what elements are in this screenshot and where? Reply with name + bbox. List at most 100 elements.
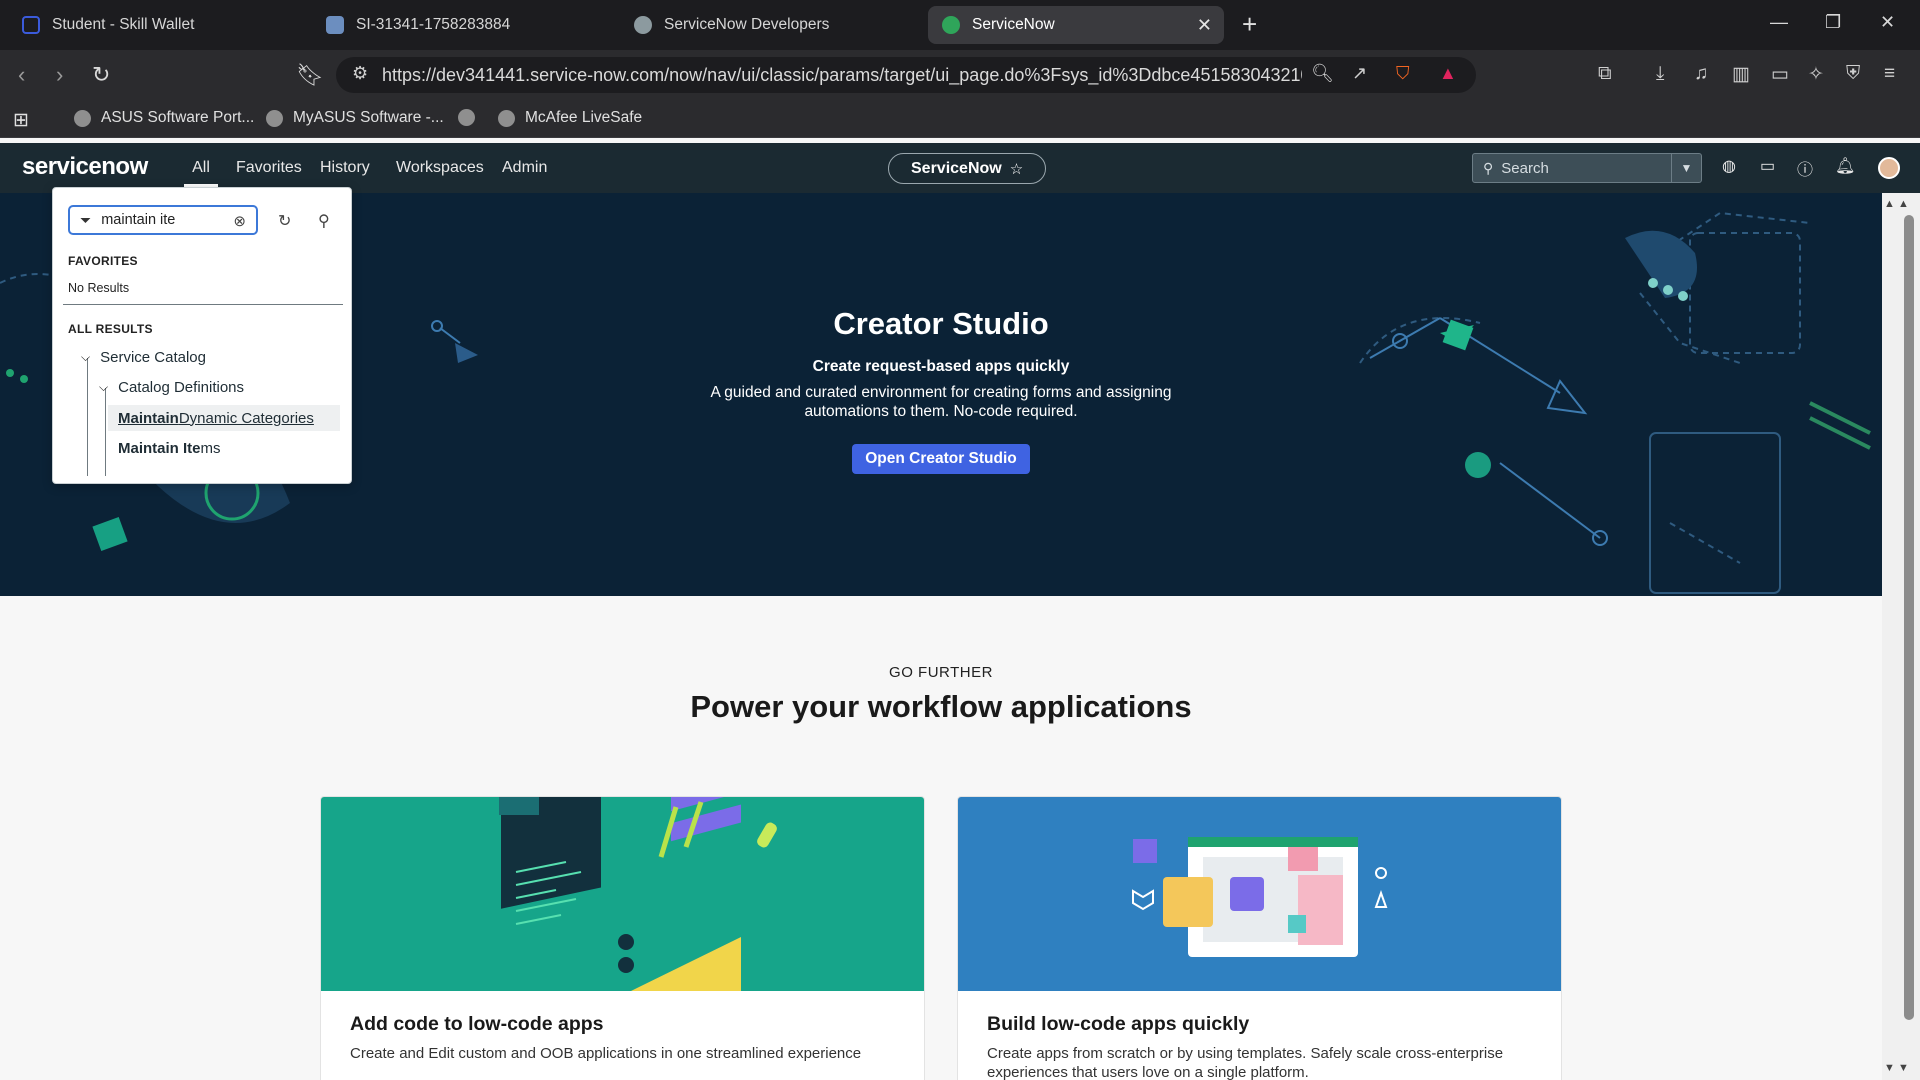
no-results-text: No Results xyxy=(68,281,130,295)
globe-icon xyxy=(498,109,515,127)
brave-rewards-icon[interactable]: ▲ xyxy=(1439,63,1457,84)
tab-si-document[interactable]: SI-31341-1758283884 xyxy=(312,6,612,44)
tab-label: ServiceNow Developers xyxy=(664,16,830,33)
nav-favorites[interactable]: Favorites xyxy=(236,143,302,193)
close-tab-icon[interactable]: ✕ xyxy=(1197,15,1212,36)
tree-app-service-catalog[interactable]: ⌵ Service Catalog xyxy=(81,349,206,366)
wallet-icon[interactable]: ▭ xyxy=(1771,63,1789,86)
minimize-icon[interactable]: — xyxy=(1770,12,1788,33)
favorite-star-icon[interactable]: ☆ xyxy=(1010,160,1023,178)
address-bar[interactable]: ⚙ https://dev341441.service-now.com/now/… xyxy=(336,57,1476,93)
bookmark-label: ASUS Software Port... xyxy=(101,109,255,126)
search-icon: ⚲ xyxy=(1483,159,1494,176)
share-icon[interactable]: ↗ xyxy=(1352,63,1367,84)
tree-module-catalog-definitions[interactable]: ⌵ Catalog Definitions xyxy=(99,379,244,396)
page-scrollbar[interactable] xyxy=(1882,193,1920,1080)
bookmark-myasus-software[interactable]: MyASUS Software -... xyxy=(266,109,444,127)
skill-wallet-favicon-icon xyxy=(22,16,40,34)
brave-shields-icon[interactable]: ⛉ xyxy=(1396,63,1410,84)
code-illustration xyxy=(499,797,777,991)
card-description: Create and Edit custom and OOB applicati… xyxy=(350,1045,862,1062)
vpn-icon[interactable]: ⛨ xyxy=(1846,63,1860,85)
go-further-section: GO FURTHER Power your workflow applicati… xyxy=(0,596,1882,1080)
nav-admin[interactable]: Admin xyxy=(502,143,547,193)
divider xyxy=(63,304,343,305)
pin-icon[interactable]: ⚲ xyxy=(318,211,330,231)
menu-filter[interactable]: ⏷ ⊗ xyxy=(68,205,258,235)
user-avatar[interactable] xyxy=(1878,157,1900,179)
match-text: Maintain xyxy=(118,409,179,427)
card-build-low-code[interactable]: Build low-code apps quickly Create apps … xyxy=(957,796,1562,1080)
all-menu-flyout: ⏷ ⊗ ↻ ⚲ FAVORITES No Results ALL RESULTS… xyxy=(52,187,352,484)
hero-description: A guided and curated environment for cre… xyxy=(710,384,1172,420)
screenshot-icon[interactable]: ⧉ xyxy=(1598,63,1612,85)
bookmark-label: McAfee LiveSafe xyxy=(525,109,643,126)
refresh-icon[interactable]: ↻ xyxy=(278,211,291,231)
clear-filter-icon[interactable]: ⊗ xyxy=(233,212,246,230)
tab-servicenow[interactable]: ServiceNow ✕ xyxy=(928,6,1224,44)
apps-grid-icon[interactable]: ⊞ xyxy=(13,109,29,132)
all-results-heading: ALL RESULTS xyxy=(68,322,153,336)
sidebar-icon[interactable]: ▥ xyxy=(1732,63,1750,86)
reload-icon[interactable]: ↻ xyxy=(92,62,110,88)
site-settings-icon[interactable]: ⚙ xyxy=(352,63,368,84)
global-search[interactable]: ⚲ Search ▼ xyxy=(1472,153,1702,183)
open-creator-studio-button[interactable]: Open Creator Studio xyxy=(852,444,1030,474)
tab-servicenow-developers[interactable]: ServiceNow Developers xyxy=(620,6,920,44)
search-dropdown-icon[interactable]: ▼ xyxy=(1671,154,1701,182)
chat-icon[interactable]: ▭ xyxy=(1760,156,1775,176)
card-illustration-code xyxy=(321,797,924,991)
context-pill[interactable]: ServiceNow ☆ xyxy=(888,153,1047,184)
servicenow-developers-favicon-icon xyxy=(634,16,652,34)
section-title: Power your workflow applications xyxy=(690,689,1192,724)
download-icon[interactable]: ⤓ xyxy=(1656,63,1664,85)
new-tab-icon[interactable]: + xyxy=(1242,10,1257,38)
section-eyebrow: GO FURTHER xyxy=(889,664,993,681)
browser-toolbar: ‹ › ↻ 🔖︎ ⚙ https://dev341441.service-now… xyxy=(0,50,1920,100)
scroll-down-icon[interactable]: ▼ ▼ xyxy=(1884,1062,1909,1074)
nav-history[interactable]: History xyxy=(320,143,370,193)
menu-item-maintain-dynamic-categories[interactable]: Maintain Dynamic Categories xyxy=(108,405,340,431)
scroll-thumb[interactable] xyxy=(1904,215,1914,1020)
menu-item-maintain-items[interactable]: Maintain Ite ms xyxy=(108,435,340,461)
item-rest-text: ms xyxy=(200,439,221,457)
notification-bell-icon[interactable]: 🔔︎ xyxy=(1835,156,1855,176)
globe-icon xyxy=(74,109,91,127)
globe-language-icon[interactable]: ◍ xyxy=(1722,156,1736,176)
card-description: Create apps from scratch or by using tem… xyxy=(987,1045,1504,1080)
scroll-up-icon[interactable]: ▲ ▲ xyxy=(1884,198,1909,210)
tab-label: SI-31341-1758283884 xyxy=(356,16,511,33)
leo-ai-icon[interactable]: ✧ xyxy=(1808,63,1824,86)
help-icon[interactable]: ⓘ xyxy=(1797,156,1813,180)
filter-funnel-icon: ⏷ xyxy=(80,211,92,228)
nav-workspaces[interactable]: Workspaces xyxy=(396,143,484,193)
bookmark-icon[interactable]: 🔖︎ xyxy=(296,62,324,88)
restore-icon[interactable]: ❐ xyxy=(1825,12,1841,33)
favorites-heading: FAVORITES xyxy=(68,254,138,268)
close-window-icon[interactable]: ✕ xyxy=(1880,12,1895,33)
zoom-icon[interactable]: 🔍︎ xyxy=(1311,63,1334,84)
tree-module-label: Catalog Definitions xyxy=(118,379,245,396)
low-code-illustration xyxy=(1132,837,1388,957)
bookmark-mcafee-livesafe[interactable]: McAfee LiveSafe xyxy=(498,109,642,127)
tree-guide xyxy=(87,358,88,476)
bookmark-unnamed[interactable] xyxy=(458,109,485,126)
back-icon[interactable]: ‹ xyxy=(18,62,25,88)
globe-icon xyxy=(458,109,475,126)
forward-icon[interactable]: › xyxy=(56,62,63,88)
card-title: Add code to low-code apps xyxy=(350,1013,604,1035)
item-rest-text: Dynamic Categories xyxy=(178,409,314,427)
menu-icon[interactable]: ≡ xyxy=(1884,63,1895,85)
bookmark-label: MyASUS Software -... xyxy=(293,109,444,126)
tree-app-label: Service Catalog xyxy=(100,349,206,366)
media-icon[interactable]: ♫ xyxy=(1694,63,1708,85)
bookmark-asus-software-portal[interactable]: ASUS Software Port... xyxy=(74,109,254,127)
card-add-code[interactable]: Add code to low-code apps Create and Edi… xyxy=(320,796,925,1080)
globe-icon xyxy=(266,109,283,127)
nav-all[interactable]: All xyxy=(184,143,218,193)
tab-label: Student - Skill Wallet xyxy=(52,16,195,33)
tab-label: ServiceNow xyxy=(972,16,1055,33)
servicenow-logo[interactable]: servicenow xyxy=(22,153,148,181)
menu-filter-input[interactable] xyxy=(101,212,217,228)
tab-skill-wallet[interactable]: Student - Skill Wallet xyxy=(8,6,308,44)
